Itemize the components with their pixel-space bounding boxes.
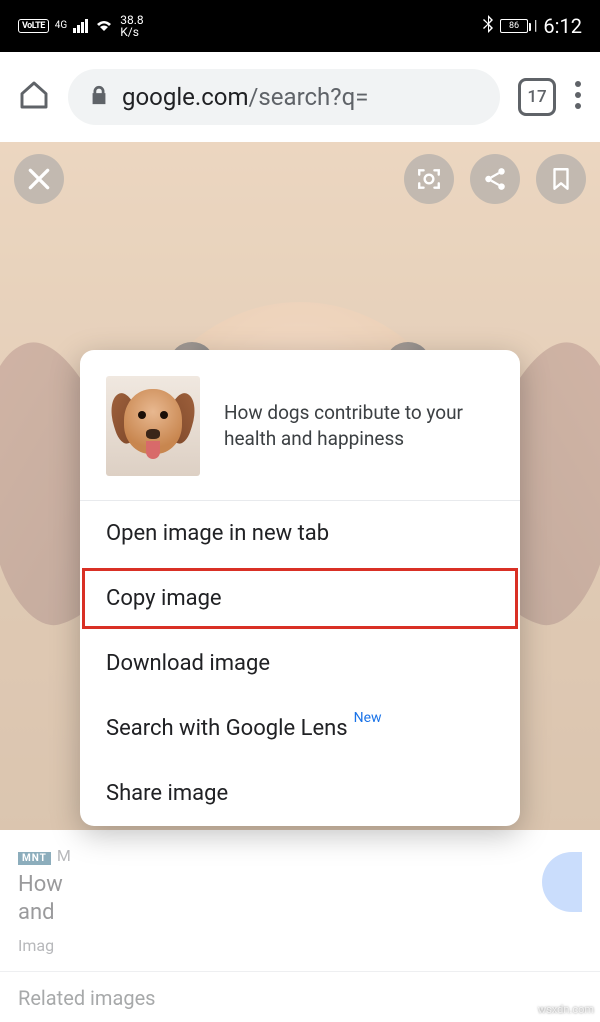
wifi-icon — [94, 14, 114, 38]
context-menu-header: How dogs contribute to your health and h… — [80, 350, 520, 500]
context-menu: How dogs contribute to your health and h… — [80, 350, 520, 826]
context-thumbnail — [106, 376, 200, 476]
menu-search-lens[interactable]: Search with Google LensNew — [80, 696, 520, 761]
network-gen: 4G — [55, 21, 67, 31]
address-bar[interactable]: google.com/search?q= — [68, 69, 500, 125]
status-right: 86 | 6:12 — [482, 14, 582, 38]
status-left: VoLTE 4G 38.8K/s — [18, 14, 144, 38]
clock: 6:12 — [543, 14, 582, 38]
menu-open-new-tab[interactable]: Open image in new tab — [80, 501, 520, 566]
browser-toolbar: google.com/search?q= 17 — [0, 52, 600, 142]
overflow-menu-icon[interactable] — [574, 80, 582, 114]
battery-sep: | — [534, 18, 537, 34]
url-text: google.com/search?q= — [122, 83, 368, 111]
battery-icon: 86 — [500, 19, 528, 33]
bluetooth-icon — [482, 15, 494, 37]
home-icon[interactable] — [18, 79, 50, 115]
watermark: wsxdn.com — [538, 1003, 594, 1016]
lock-icon — [88, 84, 110, 110]
status-bar: VoLTE 4G 38.8K/s 86 | 6:12 — [0, 0, 600, 52]
tabs-button[interactable]: 17 — [518, 78, 556, 116]
battery-percent: 86 — [509, 21, 519, 31]
menu-copy-image[interactable]: Copy image — [80, 566, 520, 631]
menu-download-image[interactable]: Download image — [80, 631, 520, 696]
context-menu-title: How dogs contribute to your health and h… — [224, 400, 494, 451]
network-speed: 38.8K/s — [120, 14, 143, 38]
volte-icon: VoLTE — [18, 19, 49, 33]
menu-share-image[interactable]: Share image — [80, 761, 520, 826]
signal-icon — [73, 19, 88, 33]
new-badge: New — [354, 710, 382, 726]
